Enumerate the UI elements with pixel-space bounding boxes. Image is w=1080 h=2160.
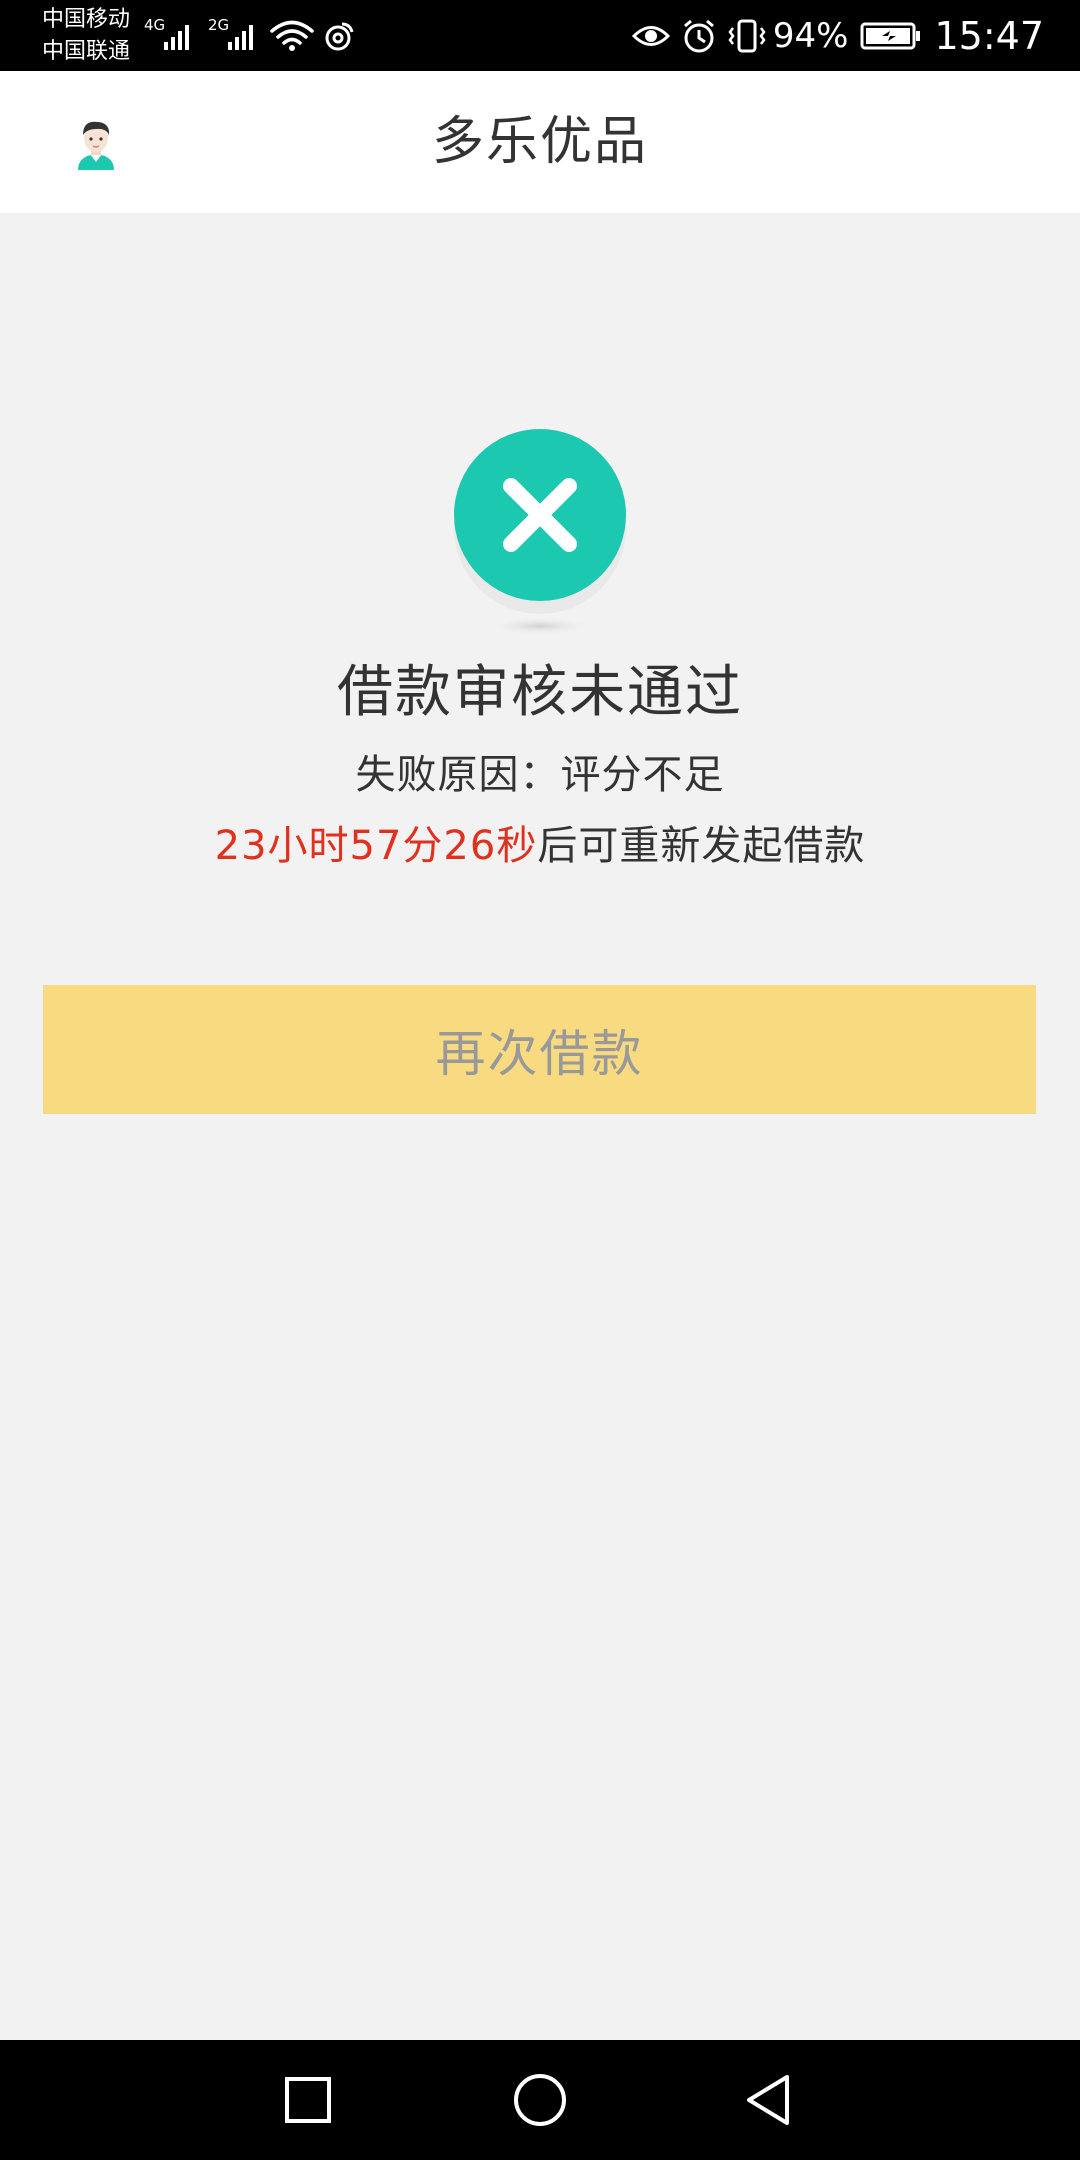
- failure-reason: 失败原因：评分不足: [355, 752, 725, 798]
- vibrate-icon: [728, 19, 766, 52]
- back-button[interactable]: [708, 2040, 828, 2160]
- eye-icon: [631, 25, 671, 46]
- carrier-info: 中国移动 中国联通: [42, 4, 130, 68]
- home-icon: [514, 2074, 566, 2126]
- status-right: 94% 15:47: [631, 0, 1044, 71]
- home-button[interactable]: [480, 2040, 600, 2160]
- countdown-line: 23小时57分26秒后可重新发起借款: [0, 818, 1080, 874]
- network-type-1: 4G: [144, 16, 165, 34]
- recent-apps-button[interactable]: [248, 2040, 368, 2160]
- close-circle-icon: [454, 429, 626, 635]
- alarm-icon: [683, 19, 714, 52]
- wifi-icon: [270, 20, 314, 45]
- status-bar: 中国移动 中国联通 4G 2G 94% 15:47: [0, 0, 1080, 71]
- countdown-suffix: 后可重新发起借款: [537, 823, 866, 869]
- clock: 15:47: [934, 13, 1044, 58]
- carrier-2: 中国联通: [42, 39, 131, 64]
- battery-icon: [860, 22, 921, 49]
- weibo-icon: [325, 22, 354, 51]
- carrier-1: 中国移动: [42, 7, 131, 32]
- signal-icon: 4G 2G: [144, 16, 354, 51]
- app-header: 多乐优品: [0, 71, 1080, 213]
- result-title: 借款审核未通过: [337, 660, 743, 725]
- recent-apps-icon: [285, 2077, 331, 2123]
- back-icon: [747, 2075, 789, 2125]
- battery-percent: 94%: [772, 15, 849, 56]
- network-type-2: 2G: [208, 16, 229, 34]
- reborrow-button[interactable]: 再次借款: [43, 985, 1036, 1114]
- nav-bar: [0, 2040, 1080, 2160]
- countdown-timer: 23小时57分26秒: [214, 823, 538, 869]
- page-title: 多乐优品: [431, 112, 648, 172]
